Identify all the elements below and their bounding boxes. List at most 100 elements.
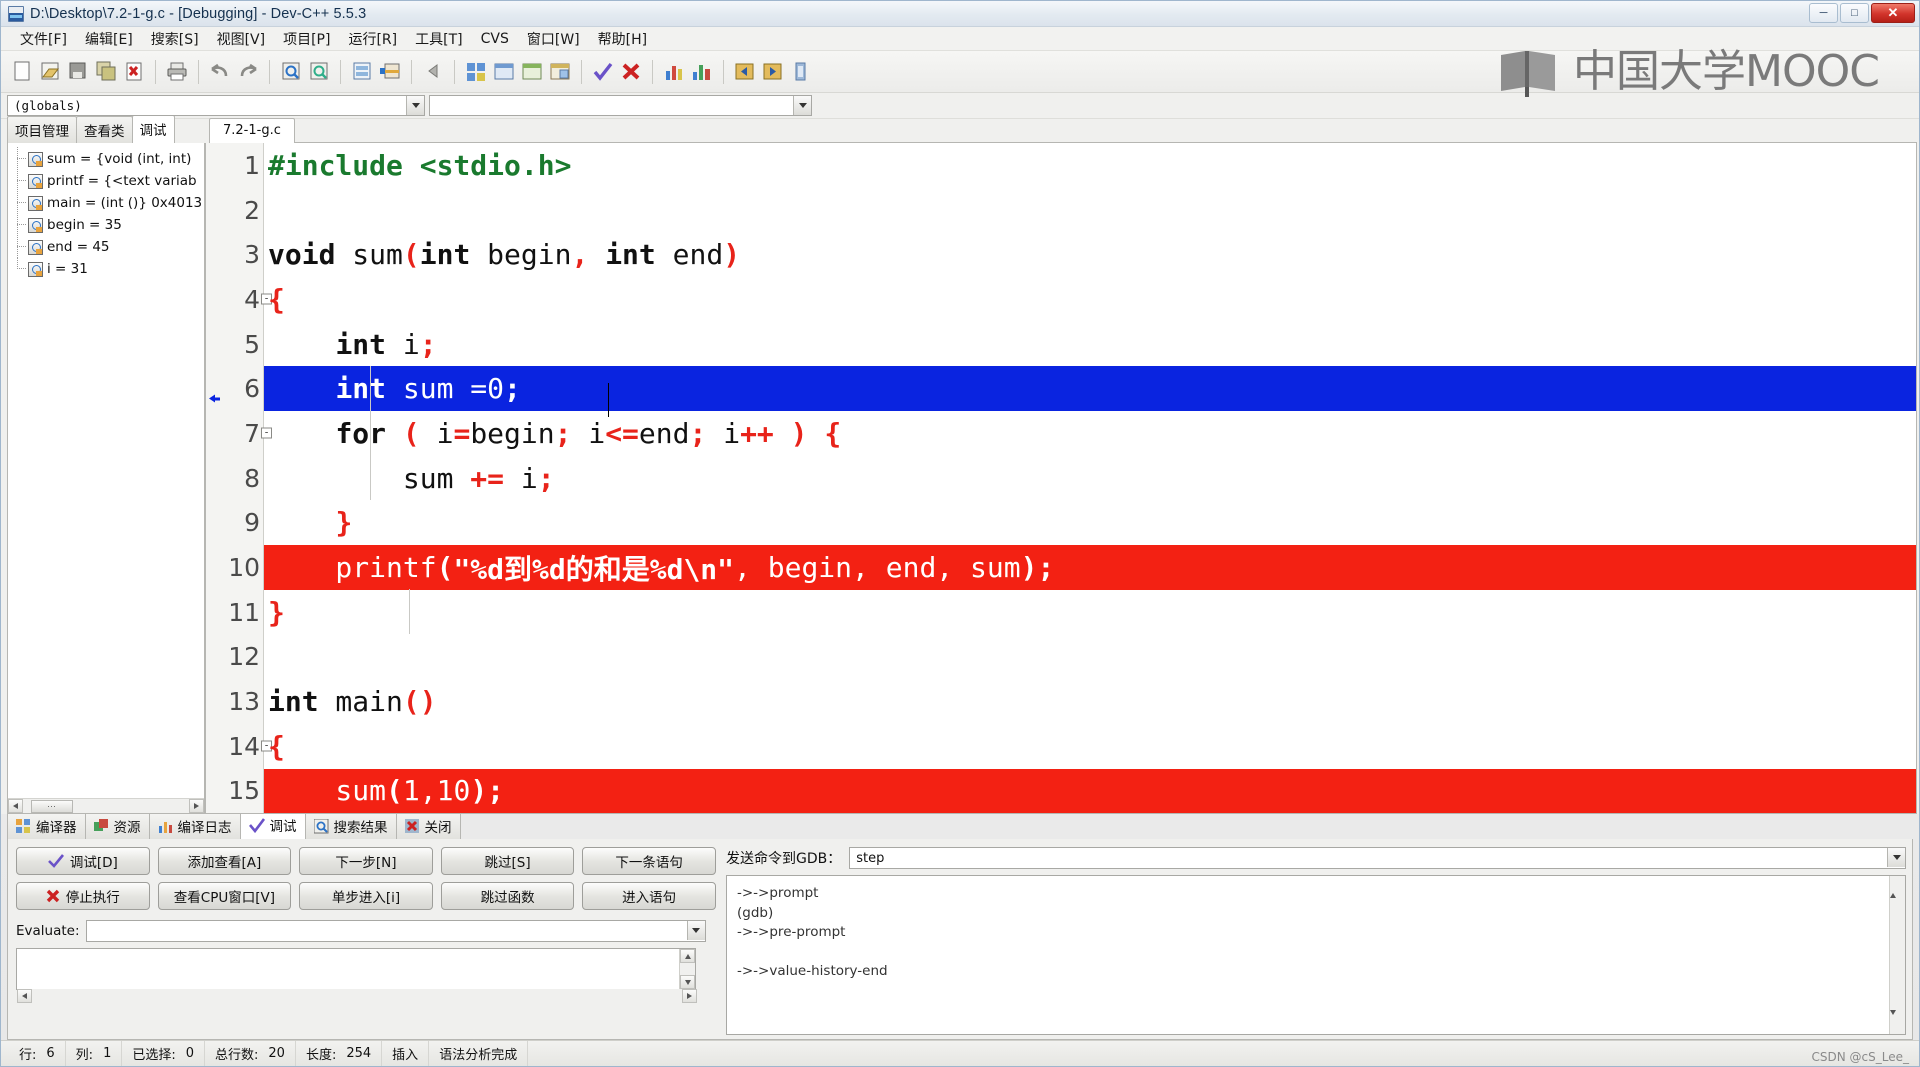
bottom-tab-4[interactable]: 搜索结果 bbox=[305, 812, 397, 839]
redo-icon[interactable] bbox=[235, 59, 261, 85]
profile-icon[interactable] bbox=[661, 59, 687, 85]
evaluate-input[interactable] bbox=[86, 920, 706, 942]
debug-button-单步进入[i][interactable]: 单步进入[i] bbox=[299, 882, 433, 910]
gdb-output-vscrollbar[interactable] bbox=[1889, 876, 1905, 1034]
debug-button-添加查看[A][interactable]: 添加查看[A] bbox=[158, 847, 292, 875]
goto-line-icon[interactable] bbox=[349, 59, 375, 85]
next-error-icon[interactable] bbox=[760, 59, 786, 85]
evaluate-vscrollbar[interactable] bbox=[679, 949, 695, 989]
prev-error-icon[interactable] bbox=[732, 59, 758, 85]
bottom-tab-5[interactable]: 关闭 bbox=[396, 812, 461, 839]
editor-code-area[interactable]: #include <stdio.h> void sum(int begin, i… bbox=[264, 143, 1916, 813]
debug-button-调试[D][interactable]: 调试[D] bbox=[16, 847, 150, 875]
editor-tab-file[interactable]: 7.2-1-g.c bbox=[209, 118, 295, 143]
scroll-right-button[interactable] bbox=[189, 799, 204, 813]
chevron-down-icon[interactable] bbox=[687, 921, 705, 940]
code-line[interactable]: int i; bbox=[264, 322, 1916, 367]
symbol-combo[interactable] bbox=[429, 95, 812, 116]
debug-button-进入语句[interactable]: 进入语句 bbox=[582, 882, 716, 910]
bottom-tab-1[interactable]: 资源 bbox=[85, 812, 150, 839]
code-line[interactable]: int sum =0; bbox=[264, 366, 1916, 411]
code-line[interactable]: int main() bbox=[264, 679, 1916, 724]
code-line[interactable]: { bbox=[264, 724, 1916, 769]
debug-button-跳过[S][interactable]: 跳过[S] bbox=[441, 847, 575, 875]
hscroll-thumb[interactable]: ⋯ bbox=[31, 800, 73, 813]
gutter-line[interactable]: 6 bbox=[206, 366, 263, 411]
gutter-line[interactable]: 9 bbox=[206, 501, 263, 546]
code-line[interactable] bbox=[264, 188, 1916, 233]
gutter-line[interactable]: 11 bbox=[206, 590, 263, 635]
gutter-line[interactable]: 15 bbox=[206, 769, 263, 814]
scroll-left-button[interactable] bbox=[17, 989, 32, 1003]
left-tab-0[interactable]: 项目管理 bbox=[7, 116, 77, 143]
gutter-line[interactable]: 10 bbox=[206, 545, 263, 590]
chevron-down-icon[interactable] bbox=[406, 96, 424, 115]
menu-item-9[interactable]: 帮助[H] bbox=[589, 27, 656, 51]
bottom-tab-0[interactable]: 编译器 bbox=[7, 812, 86, 839]
code-line[interactable]: } bbox=[264, 590, 1916, 635]
gutter-line[interactable]: 2 bbox=[206, 188, 263, 233]
abort-icon[interactable] bbox=[618, 59, 644, 85]
back-icon[interactable] bbox=[420, 59, 446, 85]
run-icon[interactable] bbox=[491, 59, 517, 85]
code-editor[interactable]: 1234-567-891011121314-15 #include <stdio… bbox=[205, 143, 1917, 814]
debug-button-下一条语句[interactable]: 下一条语句 bbox=[582, 847, 716, 875]
gutter-line[interactable]: 4- bbox=[206, 277, 263, 322]
minimize-button[interactable]: ─ bbox=[1809, 3, 1838, 23]
tree-item[interactable]: begin = 35 bbox=[28, 214, 204, 236]
scroll-up-button[interactable] bbox=[680, 949, 695, 963]
tree-item[interactable]: sum = {void (int, int) bbox=[28, 148, 204, 170]
editor-gutter[interactable]: 1234-567-891011121314-15 bbox=[206, 143, 264, 813]
evaluate-hscrollbar[interactable] bbox=[17, 989, 697, 1003]
code-line[interactable]: sum += i; bbox=[264, 456, 1916, 501]
gdb-output-area[interactable]: ->->prompt(gdb)->->pre-prompt ->->value-… bbox=[726, 875, 1906, 1035]
gdb-command-input[interactable]: step bbox=[849, 847, 1906, 869]
left-tab-1[interactable]: 查看类 bbox=[76, 116, 133, 143]
code-line[interactable]: sum(1,10); bbox=[264, 769, 1916, 813]
menu-item-6[interactable]: 工具[T] bbox=[406, 27, 471, 51]
chevron-down-icon[interactable] bbox=[1887, 848, 1905, 867]
scroll-down-button[interactable] bbox=[680, 975, 695, 989]
gutter-line[interactable]: 5 bbox=[206, 322, 263, 367]
save-file-icon[interactable] bbox=[65, 59, 91, 85]
compile-icon[interactable] bbox=[463, 59, 489, 85]
menu-item-2[interactable]: 搜索[S] bbox=[142, 27, 208, 51]
split-view-icon[interactable] bbox=[377, 59, 403, 85]
gutter-line[interactable]: 3 bbox=[206, 232, 263, 277]
open-file-icon[interactable] bbox=[37, 59, 63, 85]
scope-combo[interactable]: (globals) bbox=[7, 95, 425, 116]
bottom-tab-2[interactable]: 编译日志 bbox=[149, 812, 241, 839]
check-syntax-icon[interactable] bbox=[590, 59, 616, 85]
gutter-line[interactable]: 7- bbox=[206, 411, 263, 456]
code-line[interactable]: #include <stdio.h> bbox=[264, 143, 1916, 188]
menu-item-4[interactable]: 项目[P] bbox=[274, 27, 339, 51]
menu-item-1[interactable]: 编辑[E] bbox=[76, 27, 142, 51]
undo-icon[interactable] bbox=[207, 59, 233, 85]
debug-button-查看CPU窗口[V][interactable]: 查看CPU窗口[V] bbox=[158, 882, 292, 910]
code-line[interactable] bbox=[264, 635, 1916, 680]
scroll-up-button[interactable] bbox=[1890, 876, 1905, 896]
bottom-tab-3[interactable]: 调试 bbox=[240, 811, 306, 839]
tree-item[interactable]: printf = {<text variab bbox=[28, 170, 204, 192]
code-line[interactable]: for ( i=begin; i<=end; i++ ) { bbox=[264, 411, 1916, 456]
gutter-line[interactable]: 12 bbox=[206, 635, 263, 680]
tree-item[interactable]: main = (int ()} 0x4013 bbox=[28, 192, 204, 214]
replace-icon[interactable] bbox=[306, 59, 332, 85]
menu-item-5[interactable]: 运行[R] bbox=[339, 27, 406, 51]
menu-item-3[interactable]: 视图[V] bbox=[208, 27, 275, 51]
info-icon[interactable] bbox=[788, 59, 814, 85]
code-line[interactable]: printf("%d到%d的和是%d\n", begin, end, sum); bbox=[264, 545, 1916, 590]
menu-item-8[interactable]: 窗口[W] bbox=[518, 27, 589, 51]
menu-item-7[interactable]: CVS bbox=[472, 29, 518, 49]
gutter-line[interactable]: 14- bbox=[206, 724, 263, 769]
left-panel-hscrollbar[interactable]: ⋯ bbox=[8, 798, 204, 813]
left-tab-2[interactable]: 调试 bbox=[132, 115, 175, 143]
menu-item-0[interactable]: 文件[F] bbox=[11, 27, 76, 51]
close-file-icon[interactable] bbox=[121, 59, 147, 85]
close-button[interactable]: ✕ bbox=[1871, 3, 1915, 23]
debug-button-跳过函数[interactable]: 跳过函数 bbox=[441, 882, 575, 910]
save-all-icon[interactable] bbox=[93, 59, 119, 85]
scroll-down-button[interactable] bbox=[1890, 1014, 1905, 1034]
print-icon[interactable] bbox=[164, 59, 190, 85]
tree-item[interactable]: i = 31 bbox=[28, 258, 204, 280]
